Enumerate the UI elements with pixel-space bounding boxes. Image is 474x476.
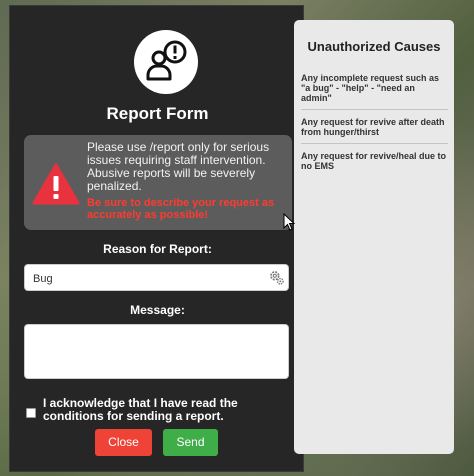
user-alert-icon xyxy=(134,30,198,94)
message-label: Message: xyxy=(130,303,185,317)
mouse-cursor-icon xyxy=(283,213,295,231)
warning-text: Please use /report only for serious issu… xyxy=(87,140,270,193)
cause-item: Any incomplete request such as "a bug" -… xyxy=(301,73,440,103)
send-button[interactable]: Send xyxy=(163,429,218,456)
unauthorized-causes-panel: Unauthorized Causes Any incomplete reque… xyxy=(294,20,454,454)
cause-item: Any request for revive after death from … xyxy=(301,117,445,137)
cause-divider xyxy=(301,109,448,110)
reason-label: Reason for Report: xyxy=(103,242,212,256)
report-form-modal: Report Form Please use /report only for … xyxy=(9,5,304,472)
cause-item: Any request for revive/heal due to no EM… xyxy=(301,151,447,171)
form-title: Report Form xyxy=(106,104,209,123)
reason-input[interactable] xyxy=(31,269,265,289)
side-title: Unauthorized Causes xyxy=(307,39,441,54)
cause-divider xyxy=(301,143,448,144)
warning-triangle-icon xyxy=(32,163,80,205)
warning-box: Please use /report only for serious issu… xyxy=(24,135,292,230)
warning-emphasis: Be sure to describe your request as accu… xyxy=(87,197,275,221)
acknowledge-text: I acknowledge that I have read the condi… xyxy=(43,396,238,423)
reason-field[interactable] xyxy=(24,264,289,291)
message-textarea[interactable] xyxy=(24,324,289,379)
acknowledge-checkbox[interactable] xyxy=(26,408,36,418)
gear-icon[interactable] xyxy=(268,269,285,286)
close-button[interactable]: Close xyxy=(95,429,152,456)
